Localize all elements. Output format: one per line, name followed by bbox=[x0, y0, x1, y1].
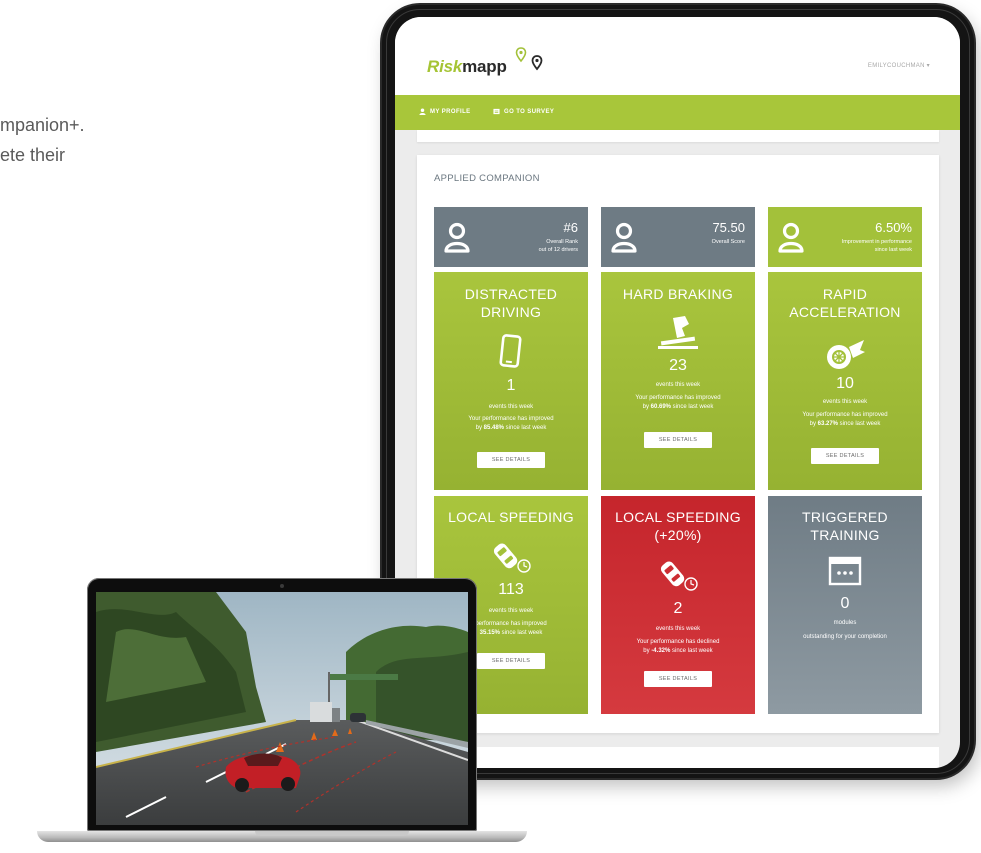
card-title: HARD BRAKING bbox=[622, 286, 734, 302]
laptop-device bbox=[37, 578, 527, 848]
stat-value: 6.50% bbox=[875, 220, 912, 235]
card-distracted-driving: DISTRACTED DRIVING 1 events this week You… bbox=[434, 272, 588, 490]
app-header: Riskmapp EMILYCOUCHMAN ▾ bbox=[395, 17, 960, 95]
see-details-button[interactable]: SEE DETAILS bbox=[811, 448, 879, 464]
tablet-screen: Riskmapp EMILYCOUCHMAN ▾ MY PROFILE GO T… bbox=[395, 17, 960, 768]
panel-title: APPLIED COMPANION bbox=[434, 173, 540, 184]
app-logo[interactable]: Riskmapp bbox=[427, 57, 507, 77]
see-details-button[interactable]: SEE DETAILS bbox=[477, 452, 545, 468]
event-label: events this week bbox=[822, 399, 868, 405]
nav-go-to-survey-label: GO TO SURVEY bbox=[504, 108, 555, 115]
card-title: DISTRACTED DRIVING bbox=[464, 286, 558, 320]
see-details-button[interactable]: SEE DETAILS bbox=[477, 653, 545, 669]
performance-message: Your performance has improved by 60.69% s… bbox=[635, 395, 721, 410]
stat-caption: Overall Rank out of 12 drivers bbox=[538, 239, 578, 253]
card-title: RAPID ACCELERATION bbox=[789, 286, 901, 320]
module-label: modules bbox=[833, 620, 857, 626]
card-title: TRIGGERED TRAINING bbox=[802, 509, 888, 543]
event-label: events this week bbox=[488, 404, 534, 410]
speeding-car-icon bbox=[660, 561, 698, 591]
user-menu[interactable]: EMILYCOUCHMAN ▾ bbox=[868, 62, 930, 69]
stat-value: #6 bbox=[563, 220, 578, 235]
marketing-line-1: mpanion+. bbox=[0, 115, 85, 135]
event-count: 10 bbox=[836, 375, 854, 392]
nav-bar: MY PROFILE GO TO SURVEY bbox=[395, 95, 960, 130]
collapsed-panel bbox=[417, 130, 939, 142]
stat-value: 75.50 bbox=[712, 220, 745, 235]
card-rapid-acceleration: RAPID ACCELERATION 10 events this week Yo… bbox=[768, 272, 922, 490]
driving-scene-image bbox=[96, 592, 468, 825]
speeding-car-icon bbox=[493, 543, 531, 573]
stat-overall-rank: #6 Overall Rank out of 12 drivers bbox=[434, 207, 588, 267]
training-message: outstanding for your completion bbox=[803, 634, 887, 640]
event-label: events this week bbox=[655, 626, 701, 632]
module-count: 0 bbox=[840, 595, 850, 612]
event-count: 2 bbox=[673, 600, 683, 617]
nav-my-profile-label: MY PROFILE bbox=[430, 108, 471, 115]
phone-icon bbox=[499, 334, 522, 368]
see-details-button[interactable]: SEE DETAILS bbox=[644, 432, 712, 448]
survey-icon bbox=[493, 108, 500, 115]
training-module-icon bbox=[828, 556, 862, 586]
card-title: LOCAL SPEEDING bbox=[448, 509, 574, 525]
card-triggered-training: TRIGGERED TRAINING 0 modules outstanding … bbox=[768, 496, 922, 714]
tire-icon bbox=[827, 340, 865, 369]
event-label: events this week bbox=[655, 382, 701, 388]
event-count: 23 bbox=[669, 357, 687, 374]
marketing-copy: mpanion+. ete their bbox=[0, 110, 85, 170]
laptop-lid bbox=[87, 578, 477, 831]
card-hard-braking: HARD BRAKING 23 events this week Your pe… bbox=[601, 272, 755, 490]
user-icon bbox=[419, 108, 426, 115]
location-pin-icon bbox=[515, 47, 527, 63]
camera-icon bbox=[280, 584, 284, 588]
stat-improvement: 6.50% Improvement in performance since la… bbox=[768, 207, 922, 267]
next-panel bbox=[417, 747, 939, 768]
marketing-line-2: ete their bbox=[0, 145, 66, 165]
stat-caption: Overall Score bbox=[711, 239, 745, 245]
applied-companion-panel: APPLIED COMPANION #6 Overall Rank out of … bbox=[417, 155, 939, 733]
nav-my-profile[interactable]: MY PROFILE bbox=[419, 108, 471, 115]
driver-icon bbox=[611, 222, 637, 253]
location-pin-icon bbox=[531, 55, 543, 71]
stat-caption: Improvement in performance since last wee… bbox=[841, 239, 912, 253]
performance-message: Your performance has improved by 63.27% s… bbox=[802, 412, 888, 427]
stat-overall-score: 75.50 Overall Score bbox=[601, 207, 755, 267]
nav-go-to-survey[interactable]: GO TO SURVEY bbox=[493, 108, 554, 115]
driving-simulator-view bbox=[96, 592, 468, 825]
performance-message: Your performance has declined by -4.32% s… bbox=[636, 639, 720, 654]
brake-pedal-icon bbox=[658, 316, 698, 349]
event-count: 1 bbox=[506, 377, 516, 394]
performance-message: Your performance has improved by 85.48% s… bbox=[468, 416, 554, 431]
card-local-speeding-plus-20: LOCAL SPEEDING (+20%) 2 events this week … bbox=[601, 496, 755, 714]
laptop-notch bbox=[255, 831, 409, 836]
see-details-button[interactable]: SEE DETAILS bbox=[644, 671, 712, 687]
card-title: LOCAL SPEEDING (+20%) bbox=[615, 509, 741, 543]
